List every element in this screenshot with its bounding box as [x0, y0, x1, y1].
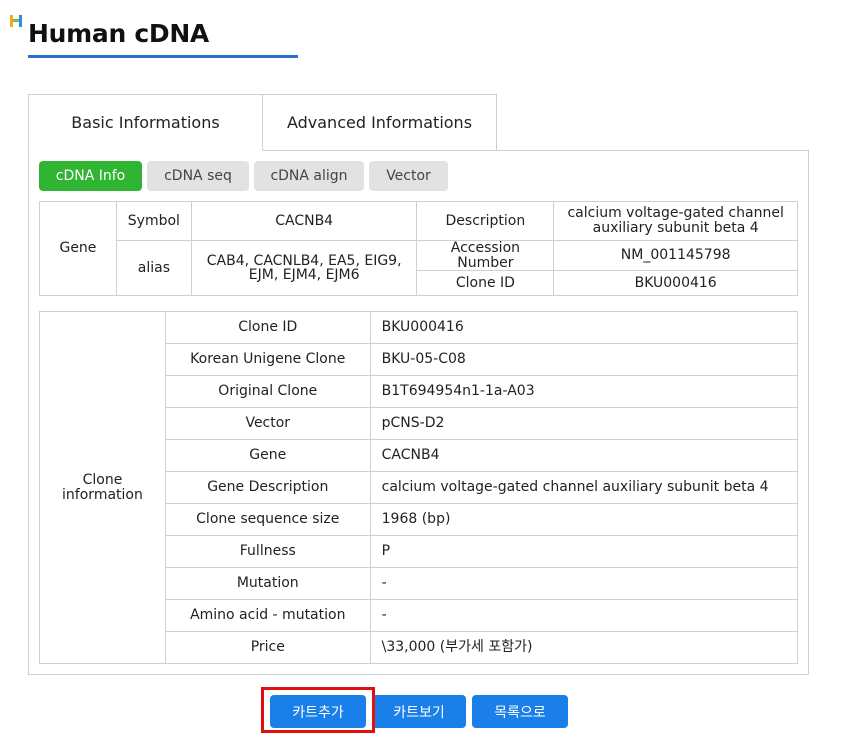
- clone-row-label: Korean Unigene Clone: [164, 343, 371, 376]
- clone-row-value: BKU-05-C08: [369, 343, 799, 376]
- clone-row-label: Vector: [164, 407, 371, 440]
- clone-row-label: Price: [164, 631, 371, 664]
- alias-value: CAB4, CACNLB4, EA5, EIG9, EJM, EJM4, EJM…: [190, 239, 418, 297]
- clone-row-label: Fullness: [164, 535, 371, 568]
- clone-id-value: BKU000416: [553, 270, 798, 297]
- symbol-label: Symbol: [115, 201, 192, 241]
- subtab-cdna-align[interactable]: cDNA align: [254, 161, 364, 191]
- clone-row-value: \33,000 (부가세 포함가): [369, 631, 799, 664]
- subtab-vector[interactable]: Vector: [369, 161, 448, 191]
- clone-row-label: Gene Description: [164, 471, 371, 504]
- clone-row-value: B1T694954n1-1a-A03: [369, 375, 799, 408]
- accession-label: Accession Number: [416, 239, 555, 272]
- clone-row-value: P: [369, 535, 799, 568]
- tab-basic-informations[interactable]: Basic Informations: [28, 94, 263, 151]
- clone-row-label: Gene: [164, 439, 371, 472]
- clone-row-label: Amino acid - mutation: [164, 599, 371, 632]
- highlight-box: [261, 687, 375, 733]
- clone-info-table: Clone information Clone ID BKU000416 Kor…: [39, 311, 799, 664]
- clone-row-label: Clone sequence size: [164, 503, 371, 536]
- gene-table: Gene Symbol CACNB4 Description calcium v…: [39, 200, 798, 297]
- clone-row-label: Original Clone: [164, 375, 371, 408]
- clone-row-value: BKU000416: [369, 311, 799, 344]
- gene-group-label: Gene: [39, 200, 117, 297]
- clone-row-value: calcium voltage-gated channel auxiliary …: [369, 471, 799, 504]
- tab-advanced-informations[interactable]: Advanced Informations: [262, 94, 497, 151]
- clone-row-value: -: [369, 599, 799, 632]
- subtab-cdna-info[interactable]: cDNA Info: [39, 161, 142, 191]
- description-label: Description: [416, 201, 555, 241]
- clone-group-label: Clone information: [39, 311, 166, 664]
- clone-row-value: CACNB4: [369, 439, 799, 472]
- page-title: Human cDNA: [28, 19, 209, 48]
- clone-row-value: -: [369, 567, 799, 600]
- back-to-list-button[interactable]: 목록으로: [472, 695, 568, 728]
- accession-value: NM_001145798: [553, 239, 798, 272]
- clone-row-label: Mutation: [164, 567, 371, 600]
- symbol-value: CACNB4: [190, 201, 418, 241]
- clone-row-value: 1968 (bp): [369, 503, 799, 536]
- clone-id-label: Clone ID: [416, 270, 555, 297]
- title-underline: [28, 55, 298, 58]
- alias-label: alias: [115, 239, 192, 297]
- logo-h-icon: [10, 15, 22, 27]
- view-cart-button[interactable]: 카트보기: [372, 695, 466, 728]
- description-value: calcium voltage-gated channel auxiliary …: [553, 201, 798, 241]
- clone-row-value: pCNS-D2: [369, 407, 799, 440]
- subtab-cdna-seq[interactable]: cDNA seq: [147, 161, 249, 191]
- clone-row-label: Clone ID: [164, 311, 371, 344]
